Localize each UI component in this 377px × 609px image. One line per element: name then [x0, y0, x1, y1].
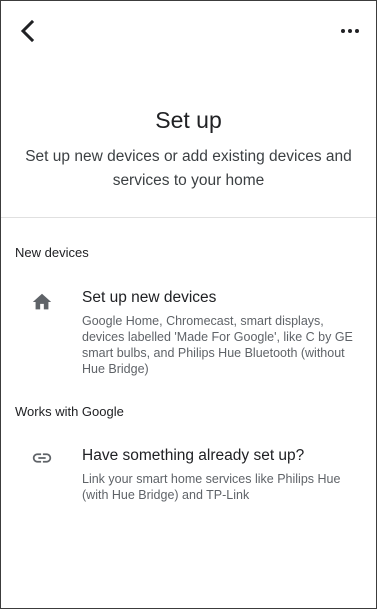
section-header-works-with-google: Works with Google: [15, 404, 124, 419]
item-title: Set up new devices: [82, 289, 217, 306]
divider: [1, 217, 376, 218]
item-description: Link your smart home services like Phili…: [82, 472, 341, 502]
link-icon: [31, 447, 53, 469]
more-horizontal-icon: [341, 29, 359, 33]
item-title: Have something already set up?: [82, 447, 305, 464]
page-title: Set up: [155, 107, 222, 133]
list-item-link-existing-services[interactable]: Have something already set up? Link your…: [1, 441, 376, 505]
top-app-bar: [1, 1, 376, 57]
back-button[interactable]: [17, 17, 41, 45]
list-item-set-up-new-devices[interactable]: Set up new devices Google Home, Chromeca…: [1, 283, 376, 376]
page-subtitle: Set up new devices or add existing devic…: [25, 148, 352, 189]
more-options-button[interactable]: [338, 23, 362, 39]
home-icon: [31, 291, 53, 313]
item-description: Google Home, Chromecast, smart displays,…: [82, 314, 353, 376]
chevron-left-icon: [20, 19, 35, 43]
screen-frame: Set up Set up new devices or add existin…: [0, 0, 377, 609]
section-header-new-devices: New devices: [15, 245, 89, 260]
